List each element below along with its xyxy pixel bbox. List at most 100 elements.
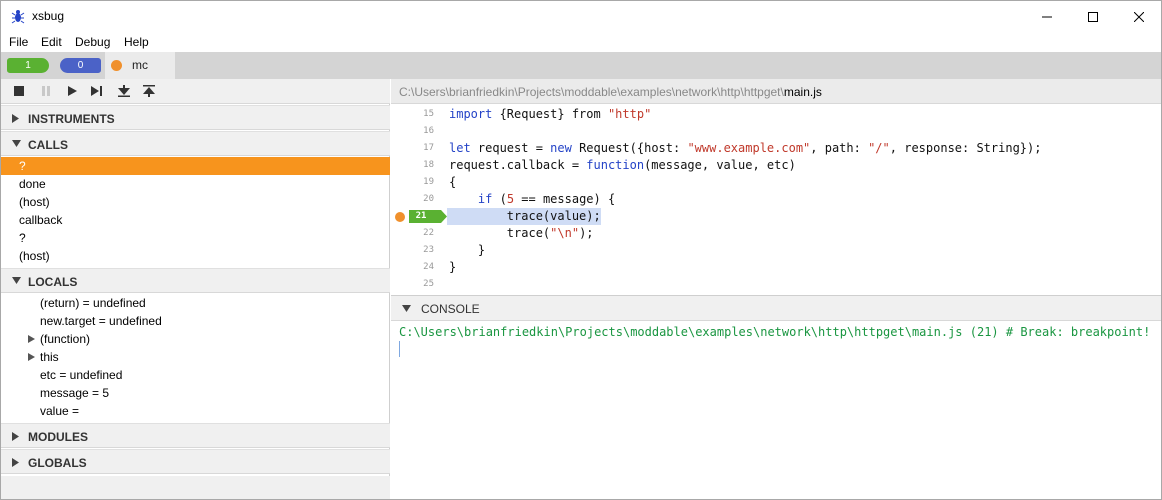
debug-sidebar: INSTRUMENTS CALLS ? done (host) callback… [1,79,390,499]
gutter-line[interactable]: 23 [391,242,441,259]
local-variable[interactable]: (function) [1,330,390,348]
gutter-line[interactable]: 24 [391,259,441,276]
code-keyword: function [586,158,645,172]
code-keyword: let [449,141,471,155]
step-out-icon [143,85,155,97]
code-line: } [449,243,486,257]
local-variable[interactable]: etc = undefined [1,366,390,384]
code-keyword: new [550,141,572,155]
local-variable[interactable]: (return) = undefined [1,294,390,312]
step-button[interactable] [90,84,104,98]
text-cursor [399,341,400,357]
code-string: "/" [868,141,890,155]
step-out-button[interactable] [142,84,156,98]
code-line: let request = new Request({host: "www.ex… [449,140,1041,157]
call-frame[interactable]: (host) [1,193,390,211]
local-variable[interactable]: message = 5 [1,384,390,402]
code-line: { [449,175,457,189]
file-name: main.js [783,85,822,99]
gutter-line[interactable]: 19 [391,174,441,191]
gutter-line[interactable]: 21 [391,208,441,225]
code-line: import {Request} from "http" [449,106,651,123]
section-modules[interactable]: MODULES [1,423,390,448]
call-frame[interactable]: ? [1,157,390,175]
xsbug-window: xsbug File Edit Debug Help 1 0 mc INSTRU… [0,0,1162,500]
code-line: } [449,260,457,274]
code-text: , response: String}); [889,141,1042,155]
menu-help[interactable]: Help [124,35,149,49]
gutter-line[interactable]: 17 [391,140,441,157]
expand-arrow-icon[interactable] [28,353,35,361]
local-variable-text: (function) [40,332,91,346]
sidebar-empty-area [1,476,390,499]
console-header[interactable]: CONSOLE [391,295,1161,321]
step-in-button[interactable] [117,84,131,98]
chevron-right-icon [12,114,19,123]
section-calls[interactable]: CALLS [1,131,390,156]
chevron-right-icon [12,432,19,441]
code-line: if (5 == message) { [449,191,615,208]
local-variable[interactable]: new.target = undefined [1,312,390,330]
line-number: 17 [423,143,434,153]
call-frame[interactable]: ? [1,229,390,247]
local-variable[interactable]: this [1,348,390,366]
close-button[interactable] [1116,1,1162,32]
menu-edit[interactable]: Edit [41,35,62,49]
menu-file[interactable]: File [9,35,28,49]
gutter-line[interactable]: 25 [391,276,441,293]
code-text: trace( [449,226,551,240]
minimize-button[interactable] [1024,1,1070,32]
console-label: CONSOLE [421,302,480,316]
tab-mc[interactable]: mc [105,52,175,79]
line-number: 20 [423,194,434,204]
green-count-badge[interactable]: 1 [7,58,49,73]
window-title: xsbug [32,9,65,23]
line-number-current: 21 [415,211,427,221]
minimize-icon [1042,16,1052,17]
call-frame[interactable]: done [1,175,390,193]
local-variable-text: value = [40,404,80,418]
blue-count-badge[interactable]: 0 [60,58,101,73]
local-variable-text: etc = undefined [40,368,123,382]
menu-debug[interactable]: Debug [75,35,110,49]
file-path-bar: C:\Users\brianfriedkin\Projects\moddable… [391,79,1161,104]
local-variable-text: message = 5 [40,386,110,400]
code-keyword: import [449,107,493,121]
gutter-line[interactable]: 16 [391,123,441,140]
gutter-line[interactable]: 15 [391,106,441,123]
code-string: "http" [607,107,652,121]
gutter-line[interactable]: 22 [391,225,441,242]
section-locals-label: LOCALS [28,275,78,289]
section-modules-label: MODULES [28,430,88,444]
maximize-button[interactable] [1070,1,1116,32]
step-icon [91,86,102,96]
tab-mc-label: mc [132,58,148,72]
code-text: Request({host: [571,141,688,155]
stop-button[interactable] [12,84,26,98]
code-string: "\n" [550,226,580,240]
expand-arrow-icon[interactable] [28,335,35,343]
section-globals[interactable]: GLOBALS [1,449,390,474]
chevron-down-icon [12,277,21,284]
code-editor[interactable]: 15 16 17 18 19 20 21 22 23 24 25 import … [391,104,1161,295]
call-frame[interactable]: (host) [1,247,390,265]
pause-button[interactable] [39,84,53,98]
call-frame[interactable]: callback [1,211,390,229]
run-button[interactable] [65,84,79,98]
chevron-down-icon [402,305,411,312]
bug-icon [11,10,25,24]
gutter-line[interactable]: 18 [391,157,441,174]
section-locals[interactable]: LOCALS [1,268,390,293]
code-text: request.callback = [449,158,587,172]
code-text: , path: [810,141,869,155]
stop-icon [14,86,24,96]
section-instruments[interactable]: INSTRUMENTS [1,105,390,130]
code-line-current: trace(value); [449,209,601,223]
console-output[interactable]: C:\Users\brianfriedkin\Projects\moddable… [391,321,1161,499]
play-icon [68,86,77,96]
code-keyword: if [477,192,493,206]
gutter-line[interactable]: 20 [391,191,441,208]
code-line: request.callback = function(message, val… [449,157,796,174]
local-variable[interactable]: value = [1,402,390,420]
